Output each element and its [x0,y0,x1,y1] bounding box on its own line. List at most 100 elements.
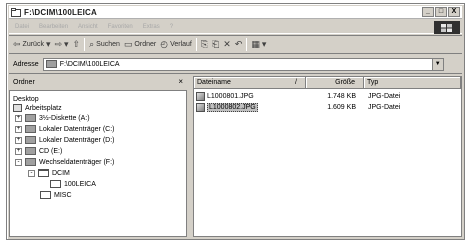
address-input[interactable]: F:\DCIM\100LEICA ▼ [42,57,444,71]
search-button[interactable]: ⌕ Suchen [89,39,120,50]
search-label: Suchen [96,41,120,48]
tree-item-label: CD (E:) [39,147,63,155]
menu-extras[interactable]: Extras [143,24,160,30]
up-folder-icon: ⇧ [72,39,81,49]
folder-icon [50,180,61,188]
file-row-selected[interactable]: L1000802.JPG 1.609 KB JPG-Datei [194,102,424,113]
back-arrow-icon: ⇦ [13,39,21,49]
tree-item-label: MISC [54,191,72,199]
column-header-type[interactable]: Typ [364,77,461,89]
expand-toggle[interactable]: + [15,125,22,133]
cd-icon [25,147,36,155]
history-button[interactable]: ◴ Verlauf [160,39,192,50]
menu-bearbeiten[interactable]: Bearbeiten [39,24,68,30]
forward-arrow-icon: ⇨ [54,39,63,49]
up-button[interactable]: ⇧ [73,39,81,50]
collapse-toggle[interactable]: - [28,169,35,177]
tree-item-label: Desktop [13,95,39,103]
tree-item-label: 3½-Diskette (A:) [39,114,90,122]
move-to-button[interactable]: ⎘ [201,39,208,50]
computer-icon [13,104,22,112]
tree-item-arbeitsplatz[interactable]: Arbeitsplatz [13,103,62,113]
column-header-name-label: Dateiname [197,79,231,86]
explorer-window: F:\DCIM\100LEICA _ □ X Datei Bearbeiten … [6,3,465,240]
menu-ansicht[interactable]: Ansicht [78,24,98,30]
folders-pane-close-button[interactable]: × [178,77,183,86]
history-label: Verlauf [170,41,192,48]
column-header-type-label: Typ [367,79,379,86]
close-button[interactable]: X [448,7,460,17]
column-headers: Dateiname / Größe Typ [194,77,461,89]
menu-help[interactable]: ? [170,24,173,30]
folders-pane-header: Ordner × [9,76,187,89]
tree-item-dcim[interactable]: - DCIM [28,168,70,178]
folders-label: Ordner [134,41,157,48]
menu-datei[interactable]: Datei [15,24,29,30]
expand-toggle[interactable]: + [15,114,22,122]
back-button[interactable]: ⇦ Zurück ▾ [13,39,50,50]
menu-bar: Datei Bearbeiten Ansicht Favoriten Extra… [9,20,462,34]
folder-icon [11,7,21,17]
folders-icon: ▭ [123,39,133,49]
search-icon: ⌕ [89,39,95,49]
drive-icon [25,136,36,144]
expand-toggle[interactable]: + [15,147,22,155]
tree-item-cd-e[interactable]: + CD (E:) [15,146,62,156]
pane-splitter[interactable] [189,76,192,237]
forward-button[interactable]: ⇨ ▾ [54,39,68,50]
column-header-size-label: Größe [335,79,355,86]
window-title: F:\DCIM\100LEICA [24,7,97,17]
back-label: Zurück [22,41,44,48]
minimize-button[interactable]: _ [422,7,434,17]
drive-icon [45,60,57,68]
tree-item-floppy-a[interactable]: + 3½-Diskette (A:) [15,113,90,123]
delete-button[interactable]: ✕ [223,39,231,50]
file-row[interactable]: L1000801.JPG 1.748 KB JPG-Datei [194,91,424,102]
standard-toolbar: ⇦ Zurück ▾ ⇨ ▾ ⇧ ⌕ Suchen ▭ Ordner ◴ Ver… [9,35,462,54]
tree-item-100leica[interactable]: 100LEICA [50,179,96,189]
copy-to-button[interactable]: ⎗ [212,39,219,50]
expand-toggle[interactable]: + [15,136,22,144]
tree-item-label: Arbeitsplatz [25,104,62,112]
tree-item-drive-c[interactable]: + Lokaler Datenträger (C:) [15,124,114,134]
file-type: JPG-Datei [368,104,401,111]
file-name: L1000802.JPG [207,103,258,112]
address-dropdown-button[interactable]: ▼ [431,58,443,70]
column-header-name[interactable]: Dateiname / [194,77,306,89]
address-value: F:\DCIM\100LEICA [59,60,120,68]
title-bar[interactable]: F:\DCIM\100LEICA _ □ X [9,6,462,19]
folder-icon [40,191,51,199]
jpg-file-icon [196,92,205,101]
undo-icon: ↶ [234,39,243,49]
tree-item-drive-d[interactable]: + Lokaler Datenträger (D:) [15,135,114,145]
address-bar: Adresse F:\DCIM\100LEICA ▼ [9,55,462,74]
copy-to-icon: ⎗ [212,39,220,49]
folder-open-icon [38,169,49,177]
file-size: 1.609 KB [327,104,356,111]
folder-tree: Desktop Arbeitsplatz + 3½-Diskette (A:) … [9,90,187,237]
removable-drive-icon [25,158,36,166]
undo-button[interactable]: ↶ [235,39,243,50]
tree-item-misc[interactable]: MISC [40,190,72,200]
delete-icon: ✕ [223,39,231,49]
tree-item-label: 100LEICA [64,180,96,188]
jpg-file-icon [196,103,205,112]
history-icon: ◴ [160,39,169,49]
file-size: 1.748 KB [327,93,356,100]
windows-logo-icon [434,21,460,34]
tree-item-label: Lokaler Datenträger (D:) [39,136,115,144]
maximize-button[interactable]: □ [435,7,447,17]
drive-icon [25,125,36,133]
tree-item-drive-f[interactable]: - Wechseldatenträger (F:) [15,157,114,167]
file-type: JPG-Datei [368,93,401,100]
dropdown-arrow-icon: ▾ [64,39,69,49]
folders-button[interactable]: ▭ Ordner [124,39,156,50]
column-header-size[interactable]: Größe [306,77,364,89]
address-label: Adresse [13,60,39,68]
move-to-icon: ⎘ [200,39,209,49]
dropdown-arrow-icon: ▾ [261,39,267,49]
menu-favoriten[interactable]: Favoriten [108,24,133,30]
collapse-toggle[interactable]: - [15,158,22,166]
views-button[interactable]: ▦ ▾ [251,39,266,50]
tree-item-label: Wechseldatenträger (F:) [39,158,115,166]
